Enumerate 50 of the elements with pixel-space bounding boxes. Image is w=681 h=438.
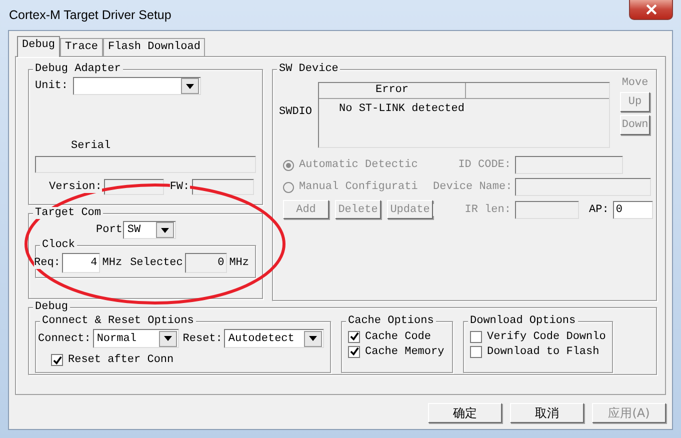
field-label: Connect: [38,332,91,344]
radio-label: Automatic Detectic [299,159,418,171]
group-title: Download Options [468,315,578,327]
caret-icon [161,228,170,232]
input-field[interactable]: 4 [62,253,100,273]
checkbox[interactable] [348,330,360,342]
checkbox[interactable] [470,346,482,358]
checkbox-label: Reset after Conn [68,354,174,366]
button[interactable]: 确定 [428,403,502,423]
checkbox-label: Download to Flash [487,346,600,358]
caret-icon [164,336,172,341]
group-title: Debug Adapter [33,63,123,75]
radio-label: Manual Configurati [299,181,418,193]
input-field[interactable] [35,156,256,173]
input-field[interactable]: 0 [184,253,228,273]
dropdown[interactable] [73,77,202,95]
checkbox[interactable] [348,346,360,358]
dropdown[interactable]: SW [123,221,176,239]
checkbox-label: Cache Memory [365,346,444,358]
checkbox[interactable] [470,330,482,342]
group-title: Cache Options [346,315,436,327]
dropdown[interactable]: Normal [92,329,179,348]
caret-icon [186,84,194,88]
dropdown[interactable]: Autodetect [224,329,324,348]
field-label: SWDIO [279,106,312,118]
field-label: Reset: [182,332,222,344]
close-icon [646,4,656,15]
checkbox-label: Cache Code [365,330,432,342]
checkbox[interactable] [51,354,63,366]
field-label: Serial [71,140,111,152]
list-message: No ST-LINK detected [338,102,466,115]
group-title: Debug [33,301,70,313]
tab[interactable]: Flash Download [103,38,206,56]
tab[interactable]: Debug [17,36,60,57]
tab[interactable]: Trace [60,38,104,56]
button[interactable]: 取消 [510,403,584,423]
group-title: Target Com [33,207,104,219]
field-label: Version: [49,181,102,193]
group-title: Connect & Reset Options [40,315,196,327]
device-list[interactable]: Error No ST-LINK detected [318,82,610,148]
field-label: Move [622,77,648,89]
checkbox-label: Verify Code Downlo [487,330,606,342]
close-button[interactable] [629,0,673,20]
field-label: Req: [34,257,60,269]
caret-icon [309,336,317,341]
input-field[interactable]: 0 [612,200,653,218]
window-title: Cortex-M Target Driver Setup [9,8,172,22]
input-field[interactable] [515,156,623,174]
input-field[interactable] [515,200,579,218]
input-field[interactable] [515,178,651,196]
